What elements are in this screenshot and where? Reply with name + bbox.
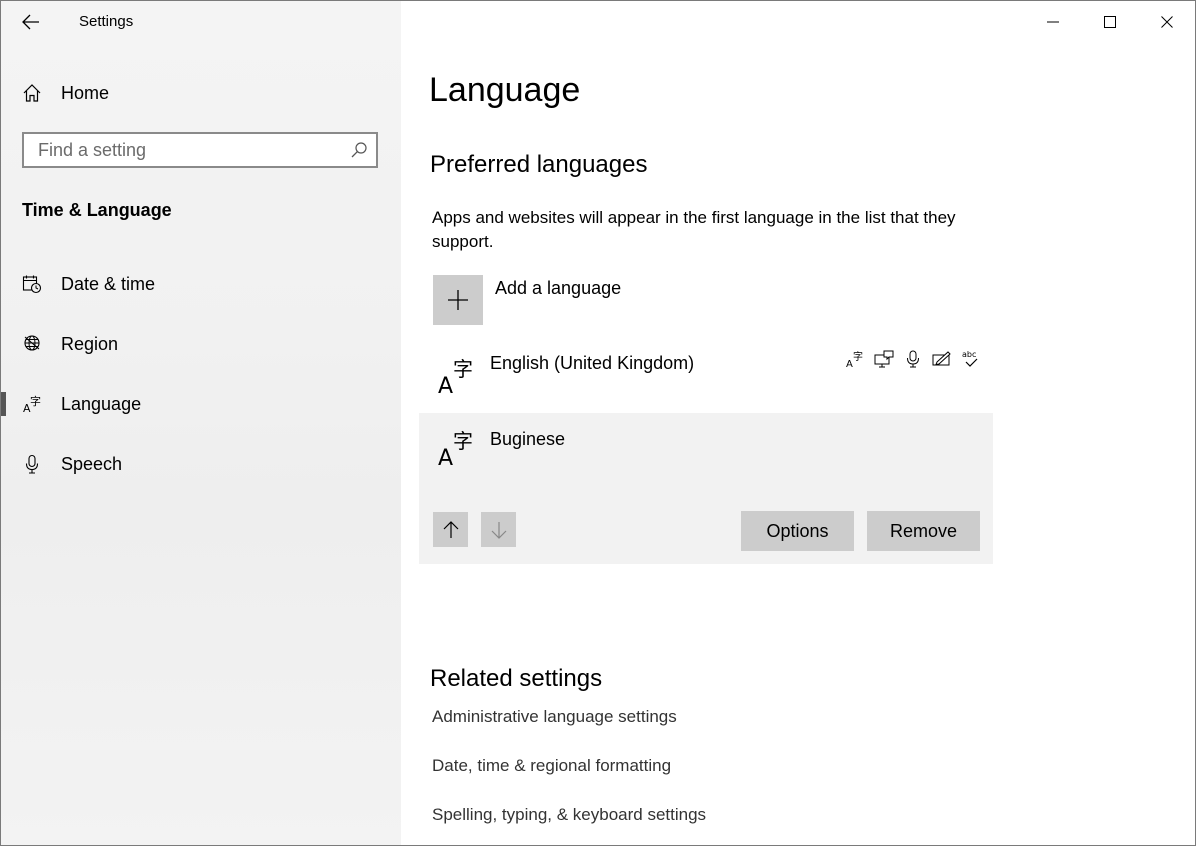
sidebar-item-label: Date & time bbox=[61, 273, 156, 294]
svg-text:A: A bbox=[438, 446, 453, 467]
svg-text:字: 字 bbox=[453, 357, 473, 381]
preferred-languages-heading: Preferred languages bbox=[430, 151, 648, 178]
svg-text:字: 字 bbox=[853, 350, 863, 363]
language-icon: A 字 bbox=[438, 429, 473, 467]
language-item-buginese[interactable]: A 字 Buginese Options Remove bbox=[419, 413, 993, 564]
language-name: Buginese bbox=[490, 429, 566, 449]
home-icon bbox=[21, 82, 43, 104]
close-icon bbox=[1160, 16, 1173, 28]
link-date-time-regional-formatting[interactable]: Date, time & regional formatting bbox=[432, 756, 671, 776]
sidebar: Settings Home Time & Language bbox=[1, 1, 401, 845]
search-box bbox=[22, 132, 378, 168]
add-tile bbox=[433, 275, 483, 325]
maximize-button[interactable] bbox=[1081, 1, 1138, 43]
close-button[interactable] bbox=[1138, 1, 1195, 43]
minimize-button[interactable] bbox=[1024, 1, 1081, 43]
globe-icon bbox=[21, 333, 43, 355]
remove-button[interactable]: Remove bbox=[867, 511, 980, 551]
handwriting-icon bbox=[932, 349, 952, 369]
sidebar-item-speech[interactable]: Speech bbox=[1, 442, 401, 486]
svg-text:字: 字 bbox=[30, 394, 41, 408]
title-bar: Settings bbox=[1, 1, 401, 43]
sidebar-item-date-time[interactable]: Date & time bbox=[1, 262, 401, 306]
spell-check-icon: abc bbox=[961, 349, 981, 369]
nav-home-label: Home bbox=[61, 82, 110, 103]
related-settings-heading: Related settings bbox=[430, 665, 603, 692]
section-title: Time & Language bbox=[22, 200, 172, 220]
language-icon: A 字 bbox=[438, 357, 473, 395]
plus-icon bbox=[448, 290, 468, 310]
page-title: Language bbox=[429, 71, 581, 109]
language-item-english[interactable]: A 字 English (United Kingdom) A 字 abc bbox=[419, 341, 993, 411]
settings-window: Settings Home Time & Language bbox=[0, 0, 1196, 846]
speech-recognition-icon bbox=[903, 349, 923, 369]
back-button[interactable] bbox=[11, 7, 51, 37]
svg-text:abc: abc bbox=[962, 350, 976, 359]
minimize-icon bbox=[1046, 21, 1059, 23]
sidebar-item-label: Language bbox=[61, 393, 142, 414]
link-spelling-typing-keyboard-settings[interactable]: Spelling, typing, & keyboard settings bbox=[432, 805, 706, 825]
preferred-languages-description: Apps and websites will appear in the fir… bbox=[432, 208, 956, 251]
svg-text:A: A bbox=[438, 374, 453, 395]
sidebar-item-region[interactable]: Region bbox=[1, 322, 401, 366]
arrow-down-icon bbox=[491, 521, 506, 539]
options-button[interactable]: Options bbox=[741, 511, 854, 551]
language-features: A 字 abc bbox=[845, 349, 981, 369]
language-icon: A 字 bbox=[21, 393, 43, 415]
maximize-icon bbox=[1103, 16, 1116, 28]
calendar-clock-icon bbox=[21, 273, 43, 295]
nav-home[interactable]: Home bbox=[1, 73, 401, 113]
move-down-button[interactable] bbox=[481, 512, 516, 547]
back-arrow-icon bbox=[22, 14, 39, 30]
search-icon[interactable] bbox=[350, 141, 368, 159]
sidebar-item-language[interactable]: A 字 Language bbox=[1, 382, 401, 426]
link-administrative-language-settings[interactable]: Administrative language settings bbox=[432, 707, 677, 727]
add-language-label: Add a language bbox=[495, 278, 622, 298]
app-title: Settings bbox=[79, 13, 134, 30]
sidebar-item-label: Speech bbox=[61, 453, 123, 474]
add-language-button[interactable]: Add a language bbox=[433, 275, 733, 325]
language-name: English (United Kingdom) bbox=[490, 353, 695, 373]
main-content: Language Preferred languages Apps and we… bbox=[401, 1, 1195, 845]
text-to-speech-icon bbox=[874, 349, 894, 369]
sidebar-item-label: Region bbox=[61, 333, 119, 354]
display-language-icon: A 字 bbox=[845, 349, 865, 369]
microphone-icon bbox=[21, 453, 43, 475]
svg-text:A: A bbox=[846, 359, 853, 368]
window-controls bbox=[1024, 1, 1195, 43]
search-input[interactable] bbox=[24, 134, 358, 166]
arrow-up-icon bbox=[443, 520, 458, 538]
svg-text:字: 字 bbox=[453, 429, 473, 453]
move-up-button[interactable] bbox=[433, 512, 468, 547]
